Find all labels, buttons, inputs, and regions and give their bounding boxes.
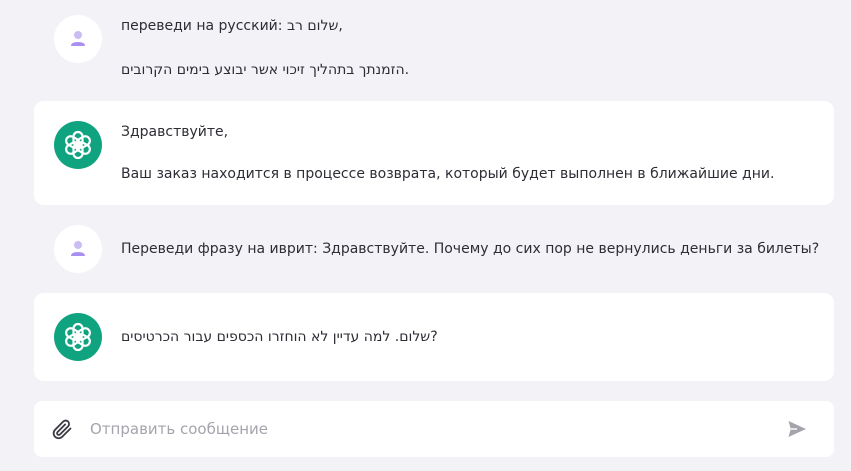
user-avatar	[54, 15, 102, 63]
message-text: Здравствуйте,	[121, 124, 229, 140]
user-avatar	[54, 225, 102, 273]
assistant-avatar	[54, 121, 102, 169]
assistant-message: Здравствуйте, Ваш заказ находится в проц…	[34, 101, 834, 205]
user-icon	[71, 31, 85, 46]
message-text: переведи на русский: שלום רב,	[121, 18, 343, 34]
message-text: Ваш заказ находится в процессе возврата,…	[121, 166, 775, 182]
assistant-avatar	[54, 313, 102, 361]
assistant-message: שלום. למה עדיין לא הוחזרו הכספים עבור הכ…	[34, 293, 834, 381]
user-icon	[71, 241, 85, 256]
message-composer	[34, 401, 834, 457]
user-message: Переведи фразу на иврит: Здравствуйте. П…	[34, 205, 834, 293]
send-icon[interactable]	[786, 418, 808, 440]
message-text: שלום. למה עדיין לא הוחזרו הכספים עבור הכ…	[121, 329, 438, 345]
message-input[interactable]	[90, 416, 770, 442]
paperclip-icon[interactable]	[50, 417, 74, 441]
message-text: Переведи фразу на иврит: Здравствуйте. П…	[121, 241, 820, 257]
message-text: הזמנתך בתהליך זיכוי אשר יבוצע בימים הקרו…	[121, 62, 410, 78]
openai-logo-icon	[65, 322, 91, 352]
openai-logo-icon	[65, 130, 91, 160]
user-message: переведи на русский: שלום רב, הזמנתך בתה…	[34, 0, 834, 100]
